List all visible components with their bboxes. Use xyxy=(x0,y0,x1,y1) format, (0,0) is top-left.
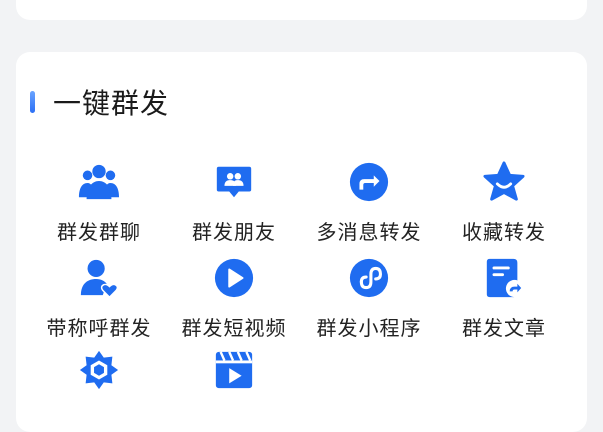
favorite-star-icon xyxy=(482,160,526,204)
accent-bar xyxy=(30,91,35,113)
item-label: 群发短视频 xyxy=(181,316,287,340)
section-title: 一键群发 xyxy=(53,87,170,120)
article-icon xyxy=(482,256,526,300)
item-label: 多消息转发 xyxy=(316,220,422,244)
item-friends[interactable]: 群发朋友 xyxy=(168,160,300,245)
item-label: 群发文章 xyxy=(462,316,546,340)
item-mini-program[interactable]: 群发小程序 xyxy=(303,256,435,341)
item-favorite-forward[interactable]: 收藏转发 xyxy=(438,160,570,245)
item-label: 带称呼群发 xyxy=(46,316,152,340)
item-article[interactable]: 群发文章 xyxy=(438,256,570,341)
broadcast-card: 一键群发 群发群聊 群发朋友 多消息转发 收藏转发 带称呼群发 群发短视频 群发… xyxy=(16,52,587,432)
friends-message-icon xyxy=(212,160,256,204)
video-clapper-icon xyxy=(212,348,256,392)
item-label: 群发小程序 xyxy=(316,316,422,340)
item-short-video[interactable]: 群发短视频 xyxy=(168,256,300,341)
group-chat-icon xyxy=(77,160,121,204)
mini-program-icon xyxy=(347,256,391,300)
item-multi-forward[interactable]: 多消息转发 xyxy=(303,160,435,245)
item-label: 群发群聊 xyxy=(57,220,141,244)
item-video-clapper[interactable] xyxy=(168,348,300,404)
play-video-icon xyxy=(212,256,256,300)
item-label: 群发朋友 xyxy=(192,220,276,244)
item-group-chat[interactable]: 群发群聊 xyxy=(33,160,165,245)
item-hexagon[interactable] xyxy=(33,348,165,404)
user-heart-icon xyxy=(77,256,121,300)
item-named-broadcast[interactable]: 带称呼群发 xyxy=(33,256,165,341)
hexagon-star-icon xyxy=(77,348,121,392)
item-label: 收藏转发 xyxy=(462,220,546,244)
section-header: 一键群发 xyxy=(30,82,169,122)
forward-icon xyxy=(347,160,391,204)
top-card xyxy=(16,0,587,20)
